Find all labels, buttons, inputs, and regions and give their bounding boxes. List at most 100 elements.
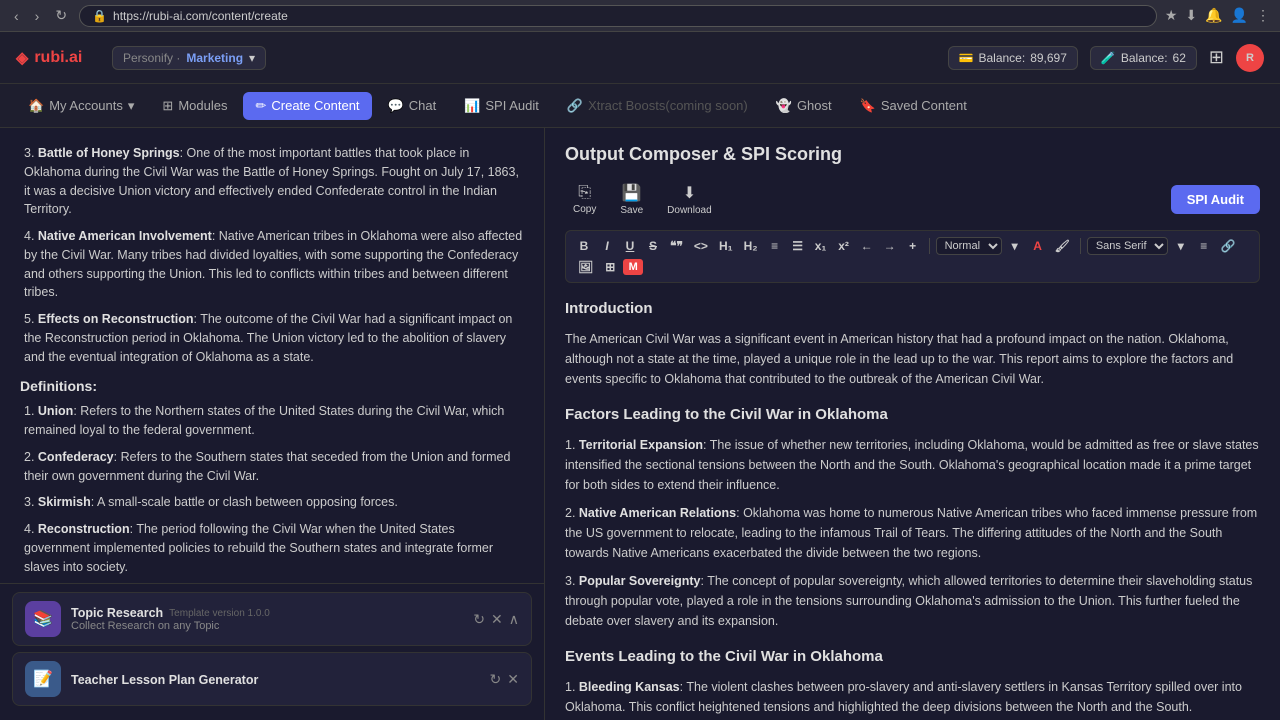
card-icon-lesson: 📝 <box>25 661 61 697</box>
back-button[interactable]: ‹ <box>10 6 23 26</box>
text-color-btn[interactable]: A <box>1028 237 1048 255</box>
item-number: 4. <box>24 229 38 243</box>
code-button[interactable]: <> <box>690 237 712 255</box>
nav-bar: 🏠 My Accounts ▾ ⊞ Modules ✏ Create Conte… <box>0 84 1280 128</box>
copy-button[interactable]: ⎘ Copy <box>565 180 604 219</box>
personify-value: Marketing <box>186 51 243 65</box>
chat-icon: 💬 <box>388 98 404 114</box>
save-button[interactable]: 💾 Save <box>612 179 651 220</box>
chevron-up-icon[interactable]: ∧ <box>509 611 519 628</box>
menu-icon[interactable]: ⋮ <box>1256 7 1270 24</box>
factors-heading: Factors Leading to the Civil War in Okla… <box>565 403 1260 427</box>
save-label: Save <box>620 205 643 216</box>
sidebar-item-create-content[interactable]: ✏ Create Content <box>243 92 371 120</box>
nav-label-chat: Chat <box>409 98 436 113</box>
link-btn[interactable]: 🔗 <box>1217 237 1240 255</box>
header-right: 💳 Balance: 89,697 🧪 Balance: 62 ⊞ R <box>948 44 1264 72</box>
sidebar-item-modules[interactable]: ⊞ Modules <box>150 92 239 120</box>
h2-button[interactable]: H₂ <box>740 237 762 255</box>
align-center-btn[interactable]: ≡ <box>1194 237 1214 255</box>
notification-icon[interactable]: 🔔 <box>1205 7 1222 24</box>
ghost-icon: 👻 <box>776 98 792 114</box>
modules-icon: ⊞ <box>162 98 173 114</box>
intro-heading: Introduction <box>565 297 1260 321</box>
sidebar-item-spi-audit[interactable]: 📊 SPI Audit <box>452 92 551 120</box>
browser-icons: ★ ⬇ 🔔 👤 ⋮ <box>1165 7 1270 24</box>
url-text: https://rubi-ai.com/content/create <box>113 9 288 23</box>
ul-button[interactable]: ☰ <box>788 237 808 255</box>
close-icon-lesson[interactable]: ✕ <box>507 671 519 688</box>
secure-icon: 🔒 <box>92 9 107 23</box>
download-browser-icon[interactable]: ⬇ <box>1185 7 1197 24</box>
chart-icon: 📊 <box>464 98 480 114</box>
balance-label-2: Balance: <box>1121 51 1168 65</box>
intro-text: The American Civil War was a significant… <box>565 329 1260 389</box>
nav-label-saved-content: Saved Content <box>881 98 967 113</box>
balance-icon-1: 💳 <box>959 51 974 65</box>
superscript-button[interactable]: x² <box>834 237 854 255</box>
table-btn[interactable]: ⊞ <box>600 258 620 276</box>
sidebar-item-my-accounts[interactable]: 🏠 My Accounts ▾ <box>16 92 146 120</box>
nav-label-modules: Modules <box>178 98 227 113</box>
card-topic-research[interactable]: 📚 Topic Research Template version 1.0.0 … <box>12 592 532 646</box>
edit-icon: ✏ <box>255 98 266 114</box>
balance-icon-2: 🧪 <box>1101 51 1116 65</box>
bold-button[interactable]: B <box>574 237 594 255</box>
refresh-icon-lesson[interactable]: ↻ <box>490 671 502 688</box>
ol-button[interactable]: ≡ <box>765 237 785 255</box>
card-info-topic: Topic Research Template version 1.0.0 Co… <box>71 606 463 632</box>
strikethrough-button[interactable]: S <box>643 237 663 255</box>
sidebar-item-saved-content[interactable]: 🔖 Saved Content <box>848 92 979 120</box>
factor-item: 2. Native American Relations: Oklahoma w… <box>565 503 1260 563</box>
download-icon: ⬇ <box>683 183 696 203</box>
sidebar-item-chat[interactable]: 💬 Chat <box>376 92 449 120</box>
align-right-button[interactable]: → <box>880 237 900 255</box>
main-layout: 3. Battle of Honey Springs: One of the m… <box>0 128 1280 720</box>
card-lesson-plan[interactable]: 📝 Teacher Lesson Plan Generator ↻ ✕ <box>12 652 532 706</box>
reload-button[interactable]: ↻ <box>51 5 71 26</box>
spi-audit-button[interactable]: SPI Audit <box>1171 185 1260 214</box>
format-extra-btn[interactable]: M <box>623 259 643 275</box>
card-icon-topic: 📚 <box>25 601 61 637</box>
separator-2 <box>1080 238 1081 254</box>
personify-dropdown[interactable]: Personify · Marketing ▾ <box>112 46 266 70</box>
personify-label: Personify · <box>123 51 180 65</box>
definition-item: 4. Reconstruction: The period following … <box>20 520 524 576</box>
subscript-button[interactable]: x₁ <box>811 237 831 255</box>
style-select[interactable]: Normal <box>936 237 1002 255</box>
font-dropdown-btn[interactable]: ▾ <box>1171 237 1191 255</box>
italic-button[interactable]: I <box>597 237 617 255</box>
underline-button[interactable]: U <box>620 237 640 255</box>
h1-button[interactable]: H₁ <box>715 237 737 255</box>
card-info-lesson: Teacher Lesson Plan Generator <box>71 672 480 687</box>
download-button[interactable]: ⬇ Download <box>659 179 719 220</box>
highlight-btn[interactable]: 🖌 <box>1051 237 1074 255</box>
avatar[interactable]: R <box>1236 44 1264 72</box>
logo-text: rubi.ai <box>34 49 82 67</box>
image-btn[interactable]: 🖼 <box>574 258 597 276</box>
balance-badge-1: 💳 Balance: 89,697 <box>948 46 1078 70</box>
sidebar-item-ghost[interactable]: 👻 Ghost <box>764 92 844 120</box>
balance-amount-1: 89,697 <box>1030 51 1067 65</box>
definition-item: 2. Confederacy: Refers to the Southern s… <box>20 448 524 486</box>
left-panel: 3. Battle of Honey Springs: One of the m… <box>0 128 545 720</box>
bookmark-icon[interactable]: ★ <box>1165 7 1178 24</box>
profile-icon[interactable]: 👤 <box>1231 7 1248 24</box>
font-select[interactable]: Sans Serif <box>1087 237 1168 255</box>
definitions-heading: Definitions: <box>20 378 524 394</box>
separator <box>929 238 930 254</box>
balance-label-1: Balance: <box>978 51 1025 65</box>
url-bar[interactable]: 🔒 https://rubi-ai.com/content/create <box>79 5 1157 27</box>
more-button[interactable]: + <box>903 237 923 255</box>
align-left-button[interactable]: ← <box>857 237 877 255</box>
style-dropdown-btn[interactable]: ▾ <box>1005 237 1025 255</box>
copy-icon: ⎘ <box>578 184 591 202</box>
home-icon: 🏠 <box>28 98 44 114</box>
nav-label-ghost: Ghost <box>797 98 832 113</box>
refresh-icon[interactable]: ↻ <box>473 611 485 628</box>
grid-icon[interactable]: ⊞ <box>1209 47 1224 68</box>
nav-label-xtract-boosts: Xtract Boosts(coming soon) <box>588 98 748 113</box>
quote-button[interactable]: ❝❞ <box>666 237 687 255</box>
close-icon[interactable]: ✕ <box>491 611 503 628</box>
forward-button[interactable]: › <box>31 6 44 26</box>
